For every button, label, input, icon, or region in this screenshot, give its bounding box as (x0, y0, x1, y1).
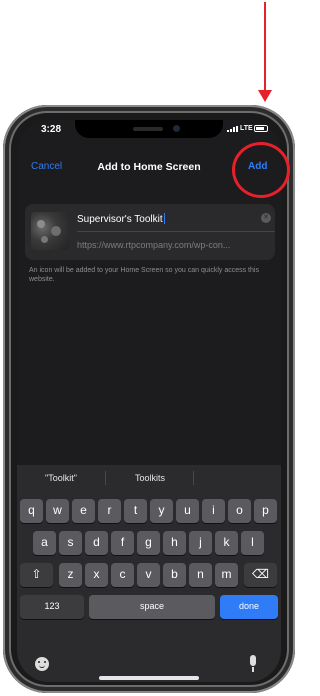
annotation-circle (232, 142, 290, 198)
delete-key[interactable]: ⌫ (244, 563, 277, 587)
annotation-arrow-head (258, 90, 272, 102)
key-p[interactable]: p (254, 499, 277, 523)
space-key[interactable]: space (89, 595, 215, 619)
annotation-arrow (264, 2, 266, 94)
key-d[interactable]: d (85, 531, 108, 555)
key-f[interactable]: f (111, 531, 134, 555)
emoji-icon[interactable] (35, 657, 49, 671)
clear-icon[interactable]: ✕ (261, 213, 271, 223)
key-k[interactable]: k (215, 531, 238, 555)
status-bar: 3:28 LTE (17, 120, 281, 140)
suggestion-item[interactable]: Toolkits (135, 473, 165, 483)
key-b[interactable]: b (163, 563, 186, 587)
key-a[interactable]: a (33, 531, 56, 555)
key-h[interactable]: h (163, 531, 186, 555)
key-v[interactable]: v (137, 563, 160, 587)
key-r[interactable]: r (98, 499, 121, 523)
key-e[interactable]: e (72, 499, 95, 523)
signal-icon (227, 126, 238, 132)
key-s[interactable]: s (59, 531, 82, 555)
key-g[interactable]: g (137, 531, 160, 555)
network-label: LTE (240, 125, 253, 132)
key-w[interactable]: w (46, 499, 69, 523)
numbers-key[interactable]: 123 (20, 595, 84, 619)
info-text: An icon will be added to your Home Scree… (29, 267, 259, 283)
key-x[interactable]: x (85, 563, 108, 587)
battery-icon (254, 125, 268, 132)
suggestion-divider (105, 471, 106, 485)
key-c[interactable]: c (111, 563, 134, 587)
keyboard: "Toolkit" Toolkits q w e r t y u i o p a… (17, 465, 281, 682)
key-n[interactable]: n (189, 563, 212, 587)
name-text: Supervisor's Toolkit (77, 214, 163, 225)
key-z[interactable]: z (59, 563, 82, 587)
done-key[interactable]: done (220, 595, 278, 619)
speaker (133, 127, 163, 131)
divider (77, 231, 275, 232)
status-time: 3:28 (41, 124, 62, 135)
bookmark-card: Supervisor's Toolkit ✕ https://www.rtpco… (25, 204, 275, 260)
text-cursor (163, 213, 165, 224)
home-indicator[interactable] (99, 676, 199, 680)
name-field[interactable]: Supervisor's Toolkit (77, 213, 165, 225)
notch (75, 120, 223, 138)
suggestion-divider (193, 471, 194, 485)
key-o[interactable]: o (228, 499, 251, 523)
key-y[interactable]: y (150, 499, 173, 523)
key-j[interactable]: j (189, 531, 212, 555)
site-icon (31, 212, 69, 250)
key-m[interactable]: m (215, 563, 238, 587)
key-q[interactable]: q (20, 499, 43, 523)
microphone-icon[interactable] (249, 655, 257, 673)
phone-screen: 3:28 LTE Cancel Add to Home Screen Add S… (17, 120, 281, 682)
key-t[interactable]: t (124, 499, 147, 523)
key-i[interactable]: i (202, 499, 225, 523)
suggestion-bar: "Toolkit" Toolkits (17, 465, 281, 491)
shift-key[interactable]: ⇧ (20, 563, 53, 587)
key-u[interactable]: u (176, 499, 199, 523)
site-url: https://www.rtpcompany.com/wp-con... (77, 240, 231, 250)
key-l[interactable]: l (241, 531, 264, 555)
camera (173, 125, 180, 132)
suggestion-item[interactable]: "Toolkit" (45, 473, 77, 483)
